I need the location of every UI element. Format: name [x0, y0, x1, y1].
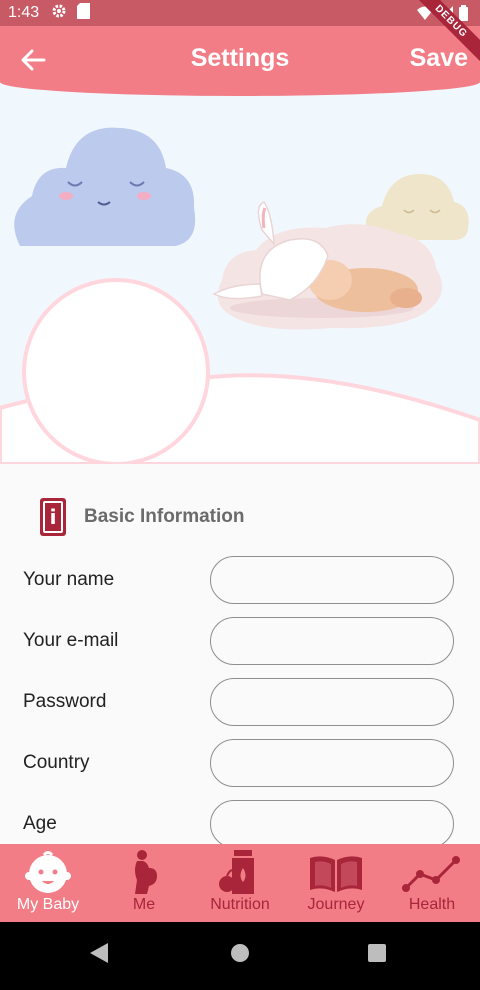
nutrition-icon — [218, 850, 262, 894]
nav-label: Me — [132, 896, 156, 913]
page-title: Settings — [190, 44, 290, 72]
system-nav-bar — [0, 922, 480, 990]
password-field[interactable] — [210, 678, 454, 726]
avatar-placeholder — [22, 278, 210, 464]
password-label: Password — [23, 691, 107, 712]
bottom-nav: My Baby Me Nutrition Journey Health — [0, 844, 480, 922]
gear-icon — [51, 3, 67, 24]
nav-item-me[interactable]: Me — [96, 844, 192, 922]
nav-label: Journey — [307, 896, 365, 913]
email-field[interactable] — [210, 617, 454, 665]
square-recents-icon — [368, 944, 386, 962]
form-row-email: Your e-mail — [23, 616, 455, 666]
signal-icon — [439, 6, 453, 25]
section-header: Basic Information — [40, 498, 244, 536]
info-icon — [40, 498, 66, 536]
name-label: Your name — [23, 569, 115, 590]
nav-item-health[interactable]: Health — [384, 844, 480, 922]
circle-home-icon — [231, 944, 249, 962]
open-book-icon — [308, 850, 364, 894]
home-nav-button[interactable] — [229, 941, 251, 970]
nav-item-nutrition[interactable]: Nutrition — [192, 844, 288, 922]
baby-face-icon — [22, 850, 74, 894]
status-icons — [417, 5, 468, 26]
pregnant-woman-icon — [127, 850, 161, 894]
back-nav-button[interactable] — [88, 941, 110, 970]
email-label: Your e-mail — [23, 630, 119, 651]
line-chart-icon — [402, 846, 462, 894]
triangle-back-icon — [90, 943, 108, 963]
age-label: Age — [23, 813, 57, 834]
nav-label: My Baby — [16, 896, 80, 913]
status-time: 1:43 — [8, 4, 40, 21]
country-field[interactable] — [210, 739, 454, 787]
save-button[interactable]: Save — [410, 44, 468, 73]
wifi-icon — [417, 6, 433, 25]
nav-item-journey[interactable]: Journey — [288, 844, 384, 922]
form-row-age: Age — [23, 799, 455, 849]
section-title: Basic Information — [84, 506, 245, 527]
settings-form: Basic Information Your name Your e-mail … — [0, 464, 480, 848]
form-row-password: Password — [23, 677, 455, 727]
nav-label: Health — [408, 896, 456, 913]
battery-icon — [459, 5, 468, 26]
form-row-country: Country — [23, 738, 455, 788]
app-bar: Settings Save — [0, 26, 480, 96]
header-illustration — [0, 84, 480, 464]
age-field[interactable] — [210, 800, 454, 848]
country-label: Country — [23, 752, 90, 773]
recents-nav-button[interactable] — [366, 941, 388, 970]
form-row-name: Your name — [23, 555, 455, 605]
name-field[interactable] — [210, 556, 454, 604]
nav-label: Nutrition — [210, 896, 270, 913]
nav-item-my-baby[interactable]: My Baby — [0, 844, 96, 922]
status-bar: 1:43 — [0, 0, 480, 26]
sd-card-icon — [77, 2, 91, 24]
smiling-cloud-illustration — [14, 127, 196, 246]
